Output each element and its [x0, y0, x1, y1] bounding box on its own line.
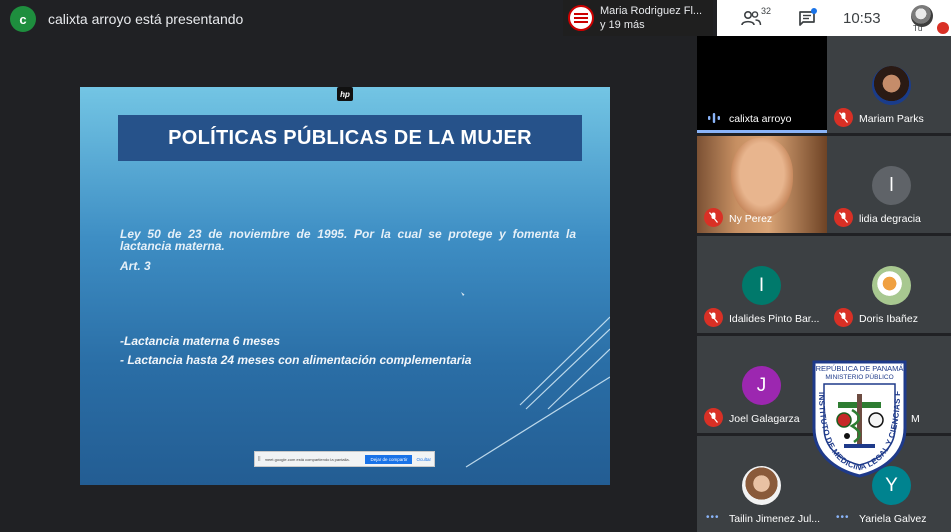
participant-photo	[872, 66, 911, 105]
participant-name: Tailin Jimenez Jul...	[729, 513, 821, 525]
mic-off-icon	[834, 208, 853, 227]
more-options-icon: •••	[706, 512, 720, 523]
slide-law-text: Ley 50 de 23 de noviembre de 1995. Por l…	[120, 227, 576, 253]
participant-name: Joel Galagarza	[729, 413, 800, 425]
participant-tile[interactable]: Doris Ibañez	[827, 236, 951, 333]
slide-bullet: -Lactancia materna 6 meses	[120, 334, 281, 348]
hp-logo-icon: hp	[337, 87, 353, 101]
people-icon	[741, 10, 762, 26]
participant-name: Yariela Galvez	[859, 513, 927, 525]
participant-name: Doris Ibañez	[859, 313, 918, 325]
slide-title: POLÍTICAS PÚBLICAS DE LA MUJER	[168, 126, 532, 149]
participant-tile[interactable]: calixta arroyo	[697, 36, 827, 133]
seal-sub-text: MINISTERIO PÚBLICO	[825, 372, 893, 381]
participant-avatar: l	[872, 166, 911, 205]
participant-name: Idalides Pinto Bar...	[729, 313, 820, 325]
pause-icon: ||	[258, 456, 261, 462]
stop-sharing-button[interactable]: Dejar de compartir	[365, 454, 413, 464]
slide-title-banner: POLÍTICAS PÚBLICAS DE LA MUJER	[118, 115, 582, 161]
mic-off-icon	[704, 308, 723, 327]
participant-name: Ny Perez	[729, 213, 773, 225]
chat-button[interactable]	[787, 0, 827, 36]
mic-off-icon	[834, 108, 853, 127]
presenter-status-text: calixta arroyo está presentando	[48, 11, 244, 27]
seal-top-text: REPÚBLICA DE PANAMÁ	[816, 364, 904, 373]
hide-button[interactable]: Ocultar	[416, 457, 431, 462]
slide-bullet: - Lactancia hasta 24 meses con alimentac…	[120, 353, 472, 367]
participant-notification-chip[interactable]: Maria Rodriguez Fl... y 19 más	[563, 0, 713, 36]
speaking-border	[697, 130, 827, 133]
participant-name: lidia degracia	[859, 213, 921, 225]
notification-name: Maria Rodriguez Fl...	[600, 5, 703, 17]
self-view-tile[interactable]: Tú	[907, 0, 951, 36]
mic-off-icon	[704, 208, 723, 227]
top-control-bar: 32 10:53 Tú	[717, 0, 951, 36]
speaking-indicator-icon	[708, 113, 720, 123]
mic-off-icon	[704, 408, 723, 427]
screen-share-notice: || meet.google.com está compartiendo la …	[254, 451, 435, 467]
chat-unread-dot	[811, 8, 817, 14]
participant-name: M	[911, 413, 920, 425]
participant-name: calixta arroyo	[729, 113, 792, 125]
participant-name: Mariam Parks	[859, 113, 924, 125]
participant-photo	[872, 266, 911, 305]
participant-avatar: I	[742, 266, 781, 305]
institute-seal-logo: REPÚBLICA DE PANAMÁ MINISTERIO PÚBLICO I…	[805, 351, 911, 478]
participant-tile[interactable]: Mariam Parks	[827, 36, 951, 133]
notification-more: y 19 más	[600, 19, 645, 31]
presenter-avatar: c	[10, 6, 36, 32]
participant-avatar: J	[742, 366, 781, 405]
participant-tile[interactable]: I Idalides Pinto Bar...	[697, 236, 827, 333]
self-label: Tú	[913, 24, 923, 33]
more-options-icon: •••	[836, 512, 850, 523]
slide-bullet-list: -Lactancia materna 6 meses - Lactancia h…	[120, 332, 471, 370]
mic-off-icon	[834, 308, 853, 327]
clock: 10:53	[843, 9, 881, 27]
participant-video	[731, 138, 793, 218]
shared-screen-slide: hp POLÍTICAS PÚBLICAS DE LA MUJER Ley 50…	[80, 87, 610, 485]
participant-thumb-icon	[568, 5, 594, 31]
share-notice-text: meet.google.com está compartiendo la pan…	[264, 456, 350, 462]
people-button[interactable]: 32	[731, 0, 771, 36]
participant-photo	[742, 466, 781, 505]
people-count: 32	[761, 6, 772, 16]
presenter-bar: c calixta arroyo está presentando	[10, 6, 243, 32]
participant-tile[interactable]: l lidia degracia	[827, 136, 951, 233]
slide-article: Art. 3	[120, 259, 151, 273]
mic-off-icon	[937, 22, 949, 34]
participant-tile[interactable]: Ny Perez	[697, 136, 827, 233]
